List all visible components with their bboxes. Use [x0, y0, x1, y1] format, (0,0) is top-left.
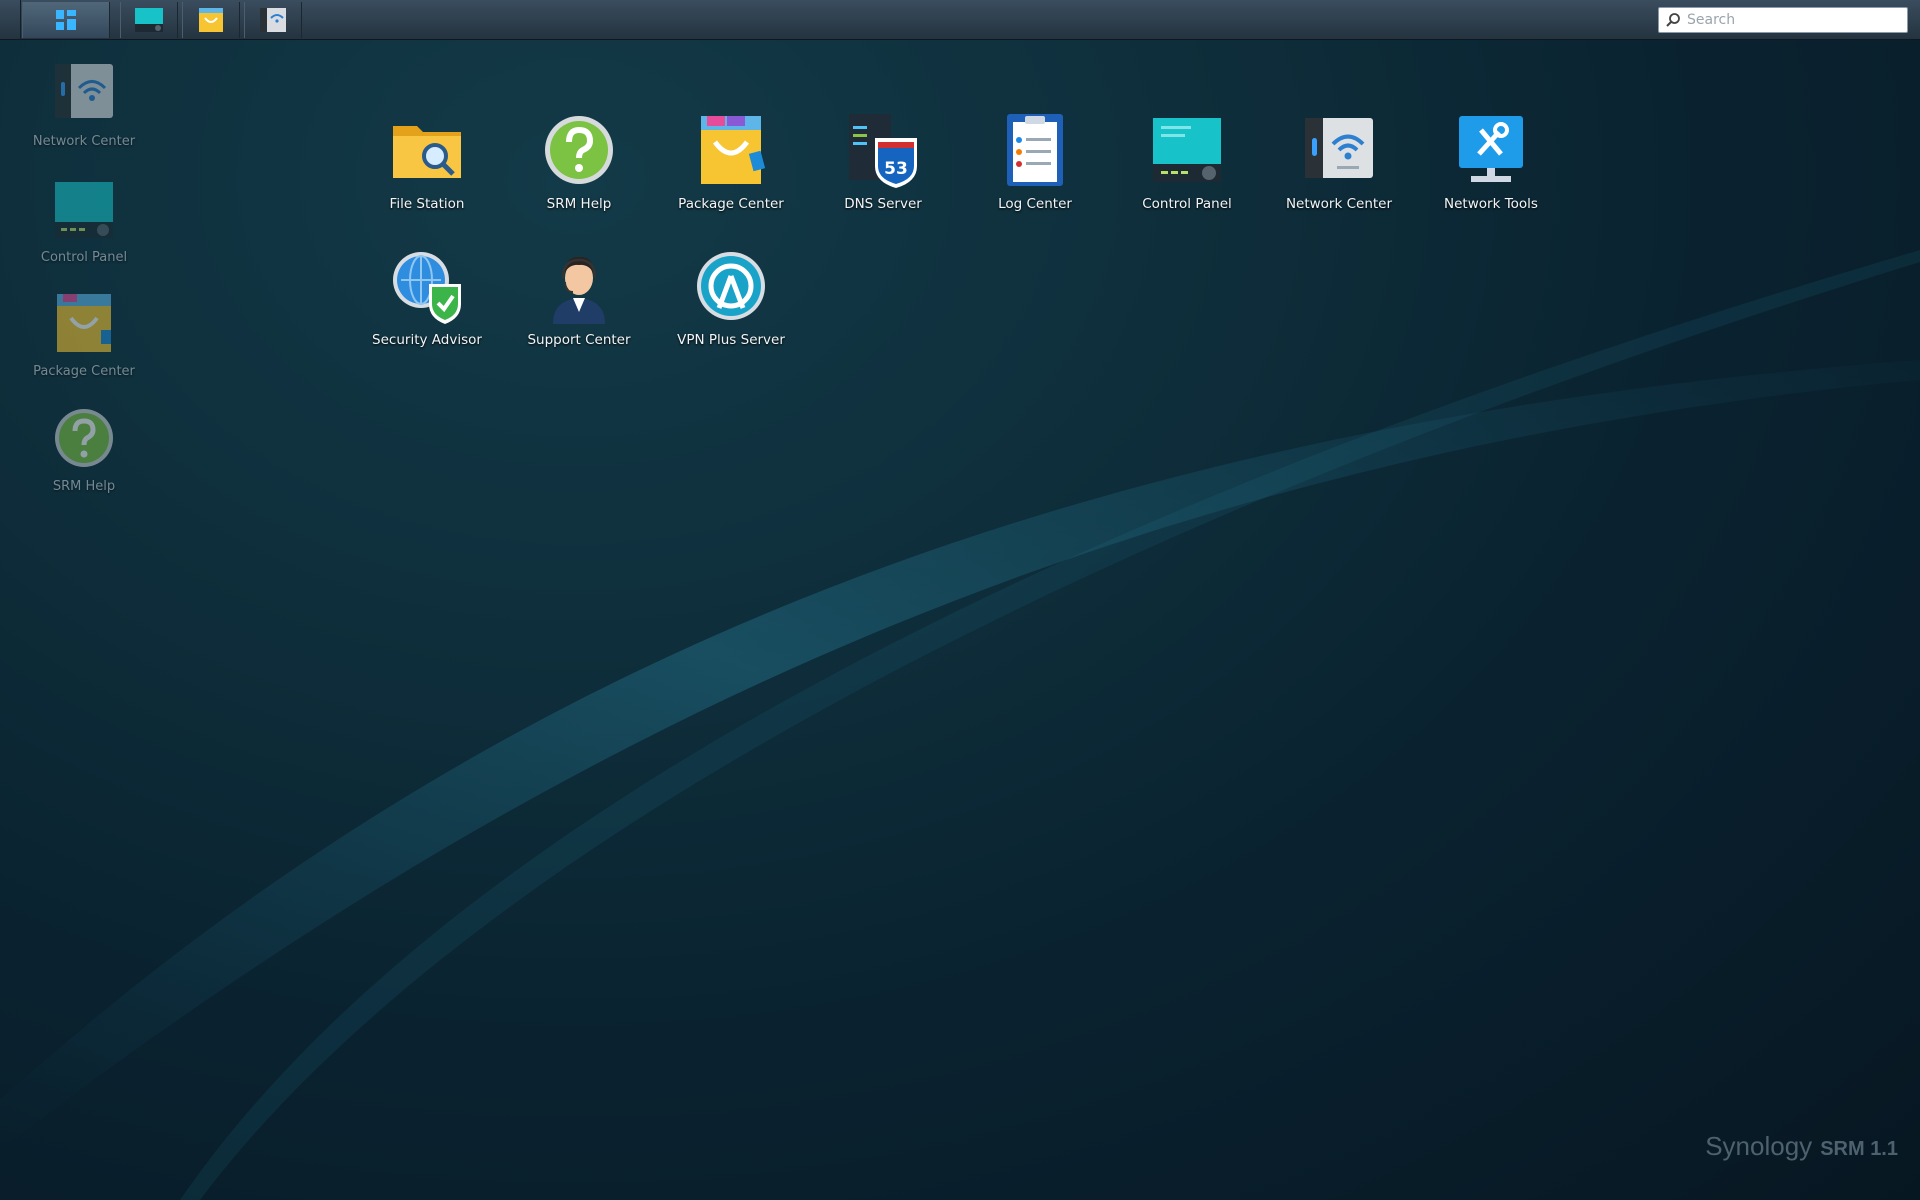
taskbar-control-panel-button[interactable] — [120, 2, 178, 38]
app-label: Package Center — [678, 196, 784, 212]
app-label: Log Center — [998, 196, 1072, 212]
clipboard-log-icon — [1007, 114, 1063, 186]
brand-name: Synology — [1705, 1131, 1813, 1161]
synology-srm-logo: Synology SRM 1.1 — [1705, 1131, 1898, 1162]
dns-53-icon: 53 — [849, 114, 917, 188]
support-agent-icon — [553, 256, 605, 324]
globe-shield-icon — [393, 252, 461, 324]
control-panel-icon — [135, 8, 163, 32]
svg-text:53: 53 — [884, 159, 908, 179]
help-icon — [545, 116, 613, 184]
network-center-icon — [55, 64, 113, 118]
show-desktop-button[interactable] — [0, 0, 21, 40]
desktop-shortcut-label: Control Panel — [40, 250, 128, 265]
app-label: Control Panel — [1142, 196, 1232, 212]
app-network-tools[interactable]: Network Tools — [1416, 112, 1566, 212]
desktop-shortcut-srm-help[interactable]: SRM Help — [20, 405, 148, 495]
search-icon — [1666, 13, 1680, 27]
desktop-shortcut-control-panel[interactable]: Control Panel — [20, 176, 148, 266]
search-box[interactable] — [1658, 7, 1908, 33]
folder-search-icon — [393, 126, 461, 178]
main-menu-button[interactable] — [22, 2, 110, 38]
app-label: DNS Server — [844, 196, 922, 212]
app-label: SRM Help — [546, 196, 612, 212]
search-input[interactable] — [1685, 11, 1899, 29]
app-label: File Station — [389, 196, 465, 212]
desktop-shortcut-label: SRM Help — [52, 479, 116, 494]
network-center-icon — [260, 8, 286, 32]
taskbar-network-center-button[interactable] — [244, 2, 302, 38]
app-vpn-plus-server[interactable]: VPN Plus Server — [656, 248, 806, 348]
app-package-center[interactable]: Package Center — [656, 112, 806, 212]
package-center-icon — [701, 116, 766, 184]
app-control-panel[interactable]: Control Panel — [1112, 112, 1262, 212]
app-label: Support Center — [527, 332, 631, 348]
network-center-icon — [1305, 118, 1373, 178]
package-center-icon — [199, 8, 223, 32]
network-tools-icon — [1459, 116, 1523, 182]
desktop-shortcut-label: Network Center — [32, 134, 136, 149]
app-label: Security Advisor — [372, 332, 482, 348]
app-support-center[interactable]: Support Center — [504, 248, 654, 348]
app-srm-help[interactable]: SRM Help — [504, 112, 654, 212]
help-icon — [55, 409, 113, 467]
vpn-icon — [697, 252, 765, 320]
package-center-icon — [57, 294, 111, 352]
taskbar-package-center-button[interactable] — [182, 2, 240, 38]
control-panel-icon — [1153, 118, 1221, 182]
app-label: Network Tools — [1444, 196, 1538, 212]
desktop-shortcut-label: Package Center — [33, 364, 135, 379]
taskbar — [0, 0, 1920, 40]
app-security-advisor[interactable]: Security Advisor — [352, 248, 502, 348]
app-dns-server[interactable]: 53 DNS Server — [808, 112, 958, 212]
desktop-shortcut-network-center[interactable]: Network Center — [20, 60, 148, 150]
app-file-station[interactable]: File Station — [352, 112, 502, 212]
app-network-center[interactable]: Network Center — [1264, 112, 1414, 212]
brand-product: SRM 1.1 — [1820, 1138, 1898, 1160]
app-log-center[interactable]: Log Center — [960, 112, 1110, 212]
desktop-shortcut-package-center[interactable]: Package Center — [20, 290, 148, 380]
app-label: Network Center — [1285, 196, 1393, 212]
main-menu-icon — [56, 10, 76, 30]
app-label: VPN Plus Server — [677, 332, 785, 348]
control-panel-icon — [55, 182, 113, 238]
